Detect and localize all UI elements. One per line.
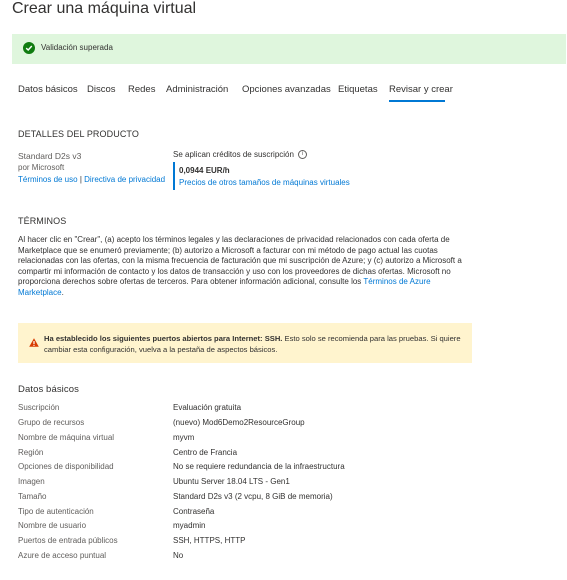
- subscription-credits-text: Se aplican créditos de suscripción: [173, 150, 294, 159]
- row-label: Opciones de disponibilidad: [18, 462, 114, 471]
- row-value: No: [173, 551, 184, 560]
- link-separator: |: [79, 175, 82, 184]
- row-value: No se requiere redundancia de la infraes…: [173, 462, 345, 471]
- row-label: Tamaño: [18, 492, 47, 501]
- terms-of-use-link[interactable]: Términos de uso: [18, 175, 78, 184]
- row-label: Nombre de usuario: [18, 521, 87, 530]
- row-value: SSH, HTTPS, HTTP: [173, 536, 246, 545]
- warning-message: Ha establecido los siguientes puertos ab…: [44, 334, 462, 355]
- validation-message: Validación superada: [41, 43, 113, 52]
- row-value: Evaluación gratuita: [173, 403, 242, 412]
- basics-heading: Datos básicos: [18, 384, 79, 395]
- row-label: Grupo de recursos: [18, 418, 85, 427]
- tab-discos[interactable]: Discos: [87, 84, 116, 95]
- tab-administracion[interactable]: Administración: [166, 84, 228, 95]
- page-title: Crear una máquina virtual: [12, 0, 197, 17]
- row-value: Ubuntu Server 18.04 LTS - Gen1: [173, 477, 290, 486]
- warning-banner: Ha establecido los siguientes puertos ab…: [18, 323, 472, 363]
- row-label: Tipo de autenticación: [18, 507, 94, 516]
- tab-opciones-avanzadas[interactable]: Opciones avanzadas: [242, 84, 331, 95]
- product-name: Standard D2s v3: [18, 151, 82, 161]
- privacy-policy-link[interactable]: Directiva de privacidad: [84, 175, 165, 184]
- row-label: Región: [18, 448, 44, 457]
- row-label: Azure de acceso puntual: [18, 551, 107, 560]
- price-value: 0,0944 EUR/h: [179, 166, 230, 175]
- row-value: Contraseña: [173, 507, 215, 516]
- tab-etiquetas[interactable]: Etiquetas: [338, 84, 378, 95]
- terms-body: Al hacer clic en "Crear", (a) acepto los…: [18, 235, 473, 298]
- row-label: Imagen: [18, 477, 45, 486]
- row-value: myvm: [173, 433, 195, 442]
- product-publisher: por Microsoft: [18, 163, 65, 172]
- checkmark-icon: [23, 42, 35, 54]
- info-icon[interactable]: i: [297, 150, 307, 160]
- row-value: myadmin: [173, 521, 206, 530]
- price-accent-bar: [173, 162, 175, 190]
- warning-icon: [29, 334, 39, 352]
- row-value: Centro de Francia: [173, 448, 238, 457]
- row-label: Suscripción: [18, 403, 60, 412]
- other-vm-sizes-pricing-link[interactable]: Precios de otros tamaños de máquinas vir…: [179, 178, 350, 187]
- terms-heading: TÉRMINOS: [18, 216, 67, 226]
- row-label: Puertos de entrada públicos: [18, 536, 118, 545]
- warning-bold-text: Ha establecido los siguientes puertos ab…: [44, 334, 283, 343]
- terms-end: .: [61, 287, 64, 297]
- row-value: Standard D2s v3 (2 vcpu, 8 GiB de memori…: [173, 492, 333, 501]
- tab-datos-basicos[interactable]: Datos básicos: [18, 84, 78, 95]
- row-value: (nuevo) Mod6Demo2ResourceGroup: [173, 418, 305, 427]
- tab-redes[interactable]: Redes: [128, 84, 155, 95]
- tab-revisar-y-crear[interactable]: Revisar y crear: [389, 84, 453, 95]
- row-label: Nombre de máquina virtual: [18, 433, 115, 442]
- product-details-heading: DETALLES DEL PRODUCTO: [18, 129, 139, 139]
- active-tab-indicator: [389, 100, 445, 102]
- validation-banner: Validación superada: [12, 34, 566, 64]
